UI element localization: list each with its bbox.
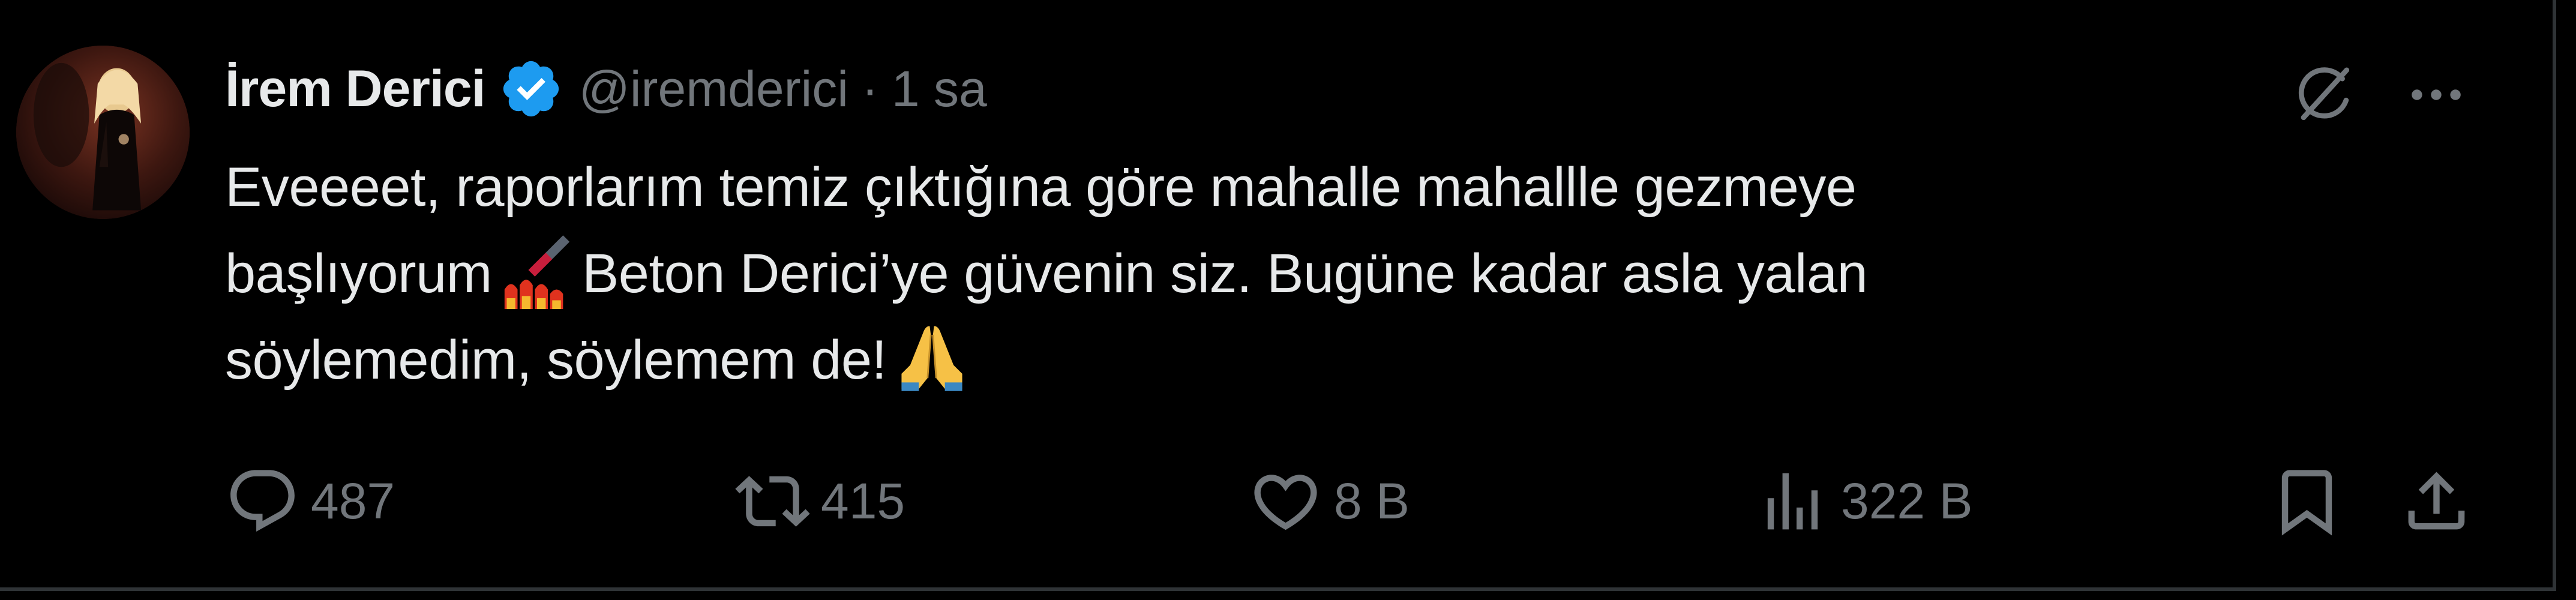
reply-count: 487 xyxy=(311,472,395,529)
heart-icon xyxy=(1254,474,1317,530)
share-button[interactable] xyxy=(2399,456,2474,546)
like-count: 8 B xyxy=(1334,472,1410,529)
author-name[interactable]: İrem Derici xyxy=(225,59,486,119)
grok-icon[interactable] xyxy=(2289,60,2358,129)
tweet-text-line: söylemedim, söylemem de! xyxy=(225,317,2325,403)
retweet-button[interactable]: 415 xyxy=(735,456,905,546)
tweet-text-segment: başlıyorum xyxy=(225,243,492,304)
reply-button[interactable]: 487 xyxy=(225,456,395,546)
bookmark-button[interactable] xyxy=(2269,456,2344,546)
tweet-text: Eveeeet, raporlarım temiz çıktığına göre… xyxy=(225,144,2325,403)
share-icon xyxy=(2408,471,2465,529)
tweet-timestamp[interactable]: 1 sa xyxy=(892,60,987,118)
tweet-text-segment: söylemedim, söylemem de! xyxy=(225,329,887,391)
verified-badge-icon[interactable] xyxy=(499,56,563,121)
separator-dot: · xyxy=(861,60,878,117)
folded-hands-emoji xyxy=(901,326,962,391)
tweet-text-line: başlıyorum Beton Derici’ye güvenin siz. … xyxy=(225,230,2325,317)
nail-polish-emoji xyxy=(504,235,570,309)
avatar-image xyxy=(16,46,190,219)
views-button[interactable]: 322 B xyxy=(1755,456,1973,546)
retweet-count: 415 xyxy=(821,472,905,529)
more-icon[interactable] xyxy=(2403,71,2469,119)
tweet-text-segment: Beton Derici’ye güvenin siz. Bugüne kada… xyxy=(581,243,1868,304)
tweet-text-line: Eveeeet, raporlarım temiz çıktığına göre… xyxy=(225,144,2325,230)
bookmark-icon xyxy=(2281,469,2332,535)
tweet-actions: 487 415 8 B 322 B xyxy=(0,456,2576,546)
views-icon xyxy=(1767,473,1818,529)
tweet-card[interactable]: İrem Derici @iremderici · 1 sa Eveeeet, … xyxy=(0,0,2556,591)
tweet-header: İrem Derici @iremderici · 1 sa xyxy=(225,53,987,125)
author-handle[interactable]: @iremderici xyxy=(579,60,848,118)
tweet-text-segment: Eveeeet, raporlarım temiz çıktığına göre… xyxy=(225,157,1857,218)
like-button[interactable]: 8 B xyxy=(1248,456,1410,546)
avatar[interactable] xyxy=(16,46,190,219)
reply-icon xyxy=(230,469,295,532)
retweet-icon xyxy=(735,475,810,527)
views-count: 322 B xyxy=(1841,472,1973,529)
